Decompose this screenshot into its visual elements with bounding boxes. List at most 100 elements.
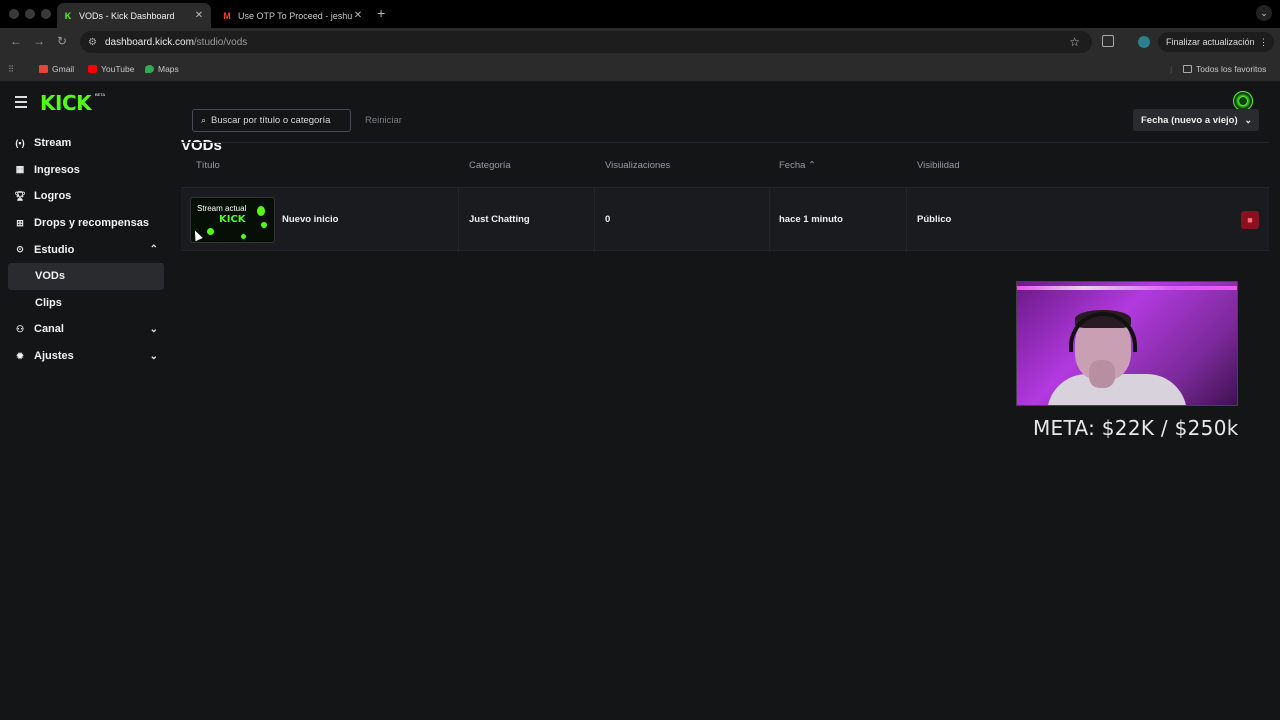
bookmarks-bar: ⠿ Gmail YouTube Maps | Todos los favorit…: [0, 56, 1280, 82]
new-tab-button[interactable]: +: [377, 5, 385, 21]
chevron-up-icon[interactable]: ⌃: [150, 244, 158, 255]
sidebar-item-estudio[interactable]: ⊙ Estudio ⌃: [8, 236, 164, 263]
tab-search-chevron-icon[interactable]: ⌄: [1256, 5, 1272, 21]
webcam-person-shirt: [1047, 374, 1187, 405]
bookmark-gmail[interactable]: Gmail: [39, 64, 74, 74]
window-minimize-dot[interactable]: [25, 9, 35, 19]
browser-tabbar: K VODs - Kick Dashboard ✕ M Use OTP To P…: [0, 0, 1280, 28]
hamburger-menu-icon[interactable]: [15, 96, 27, 111]
vod-date: hace 1 minuto: [779, 214, 843, 225]
column-divider: [769, 188, 770, 252]
column-header-title[interactable]: Título: [196, 160, 220, 171]
sidebar-item-vods[interactable]: VODs: [8, 262, 164, 290]
chart-icon: ▦: [15, 164, 25, 175]
bookmark-youtube[interactable]: YouTube: [88, 64, 134, 74]
sidebar-item-label: Logros: [34, 190, 72, 203]
forward-arrow-icon[interactable]: →: [33, 34, 45, 48]
sidebar-item-logros[interactable]: 🏆︎ Logros: [8, 183, 164, 210]
sidebar-item-label: Stream: [34, 137, 72, 150]
table-row[interactable]: Stream actual KICK Nuevo inicio Just Cha…: [181, 187, 1269, 252]
bookmark-maps[interactable]: Maps: [145, 64, 179, 74]
apps-grid-icon[interactable]: ⠿: [8, 64, 14, 75]
tab-close-icon[interactable]: ✕: [193, 10, 205, 21]
thumbnail-decoration: [207, 228, 214, 235]
chevron-down-icon[interactable]: ⌄: [150, 324, 158, 335]
vod-category: Just Chatting: [469, 214, 530, 225]
gear-icon: ✹: [16, 350, 24, 361]
beta-badge: BETA: [95, 92, 106, 97]
delete-vod-button[interactable]: ■: [1241, 211, 1259, 229]
finish-update-button[interactable]: Finalizar actualización ⋮: [1158, 32, 1274, 52]
sidebar-item-label: Ajustes: [34, 350, 74, 363]
search-input[interactable]: ⌕ Buscar por título o categoría: [192, 109, 351, 132]
tab-close-icon[interactable]: ✕: [352, 10, 364, 21]
column-divider: [594, 188, 595, 252]
kick-favicon-icon: K: [64, 10, 72, 21]
thumbnail-decoration: [261, 222, 267, 228]
browser-toolbar: ← → ↻ ⚙ dashboard.kick.com/studio/vods ☆…: [0, 28, 1280, 56]
sort-label: Fecha (nuevo a viejo): [1141, 114, 1238, 126]
site-info-icon[interactable]: ⚙: [88, 37, 97, 48]
reset-button[interactable]: Reiniciar: [365, 115, 402, 126]
extensions-icon[interactable]: [1102, 35, 1114, 47]
tab-vods-dashboard[interactable]: K VODs - Kick Dashboard ✕: [57, 3, 211, 28]
kick-logo[interactable]: KICK: [40, 91, 92, 115]
sort-asc-icon: ⌃: [808, 160, 817, 171]
donation-goal-text: META: $22K / $250k: [1033, 416, 1239, 440]
column-header-date[interactable]: Fecha ⌃: [779, 160, 816, 171]
sidebar-item-canal[interactable]: ⚇ Canal ⌄: [8, 316, 164, 343]
sort-dropdown[interactable]: Fecha (nuevo a viejo) ⌄: [1133, 109, 1259, 131]
column-header-views[interactable]: Visualizaciones: [605, 160, 670, 171]
address-bar[interactable]: ⚙ dashboard.kick.com/studio/vods ☆: [80, 31, 1092, 53]
webcam-overlay: [1016, 281, 1238, 406]
back-arrow-icon[interactable]: ←: [10, 34, 22, 48]
vod-views: 0: [605, 214, 611, 225]
window-close-dot[interactable]: [9, 9, 19, 19]
search-icon: ⌕: [201, 115, 207, 125]
column-header-visibility[interactable]: Visibilidad: [917, 160, 960, 171]
bookmarks-divider: |: [1170, 64, 1173, 74]
chevron-down-icon: ⌄: [1244, 114, 1252, 125]
sidebar-item-ingresos[interactable]: ▦ Ingresos: [8, 157, 164, 184]
sidebar-item-label: Ingresos: [34, 163, 80, 176]
column-header-category[interactable]: Categoría: [469, 160, 511, 171]
tab-title: Use OTP To Proceed - jeshua: [238, 10, 352, 21]
all-bookmarks-label: Todos los favoritos: [1196, 64, 1267, 74]
bookmark-label: YouTube: [101, 64, 135, 74]
bookmark-star-icon[interactable]: ☆: [1069, 35, 1080, 49]
chevron-down-icon[interactable]: ⌄: [150, 351, 158, 362]
youtube-icon: [88, 65, 97, 73]
led-strip: [1017, 286, 1237, 290]
reload-icon[interactable]: ↻: [57, 34, 67, 48]
sidebar-item-drops[interactable]: ⊞ Drops y recompensas: [8, 210, 164, 237]
webcam-person-hand: [1089, 360, 1115, 388]
finish-update-label: Finalizar actualización: [1166, 37, 1255, 47]
folder-icon: [1183, 65, 1192, 73]
column-divider: [906, 188, 907, 252]
vod-thumbnail[interactable]: Stream actual KICK: [190, 197, 275, 243]
browser-menu-icon[interactable]: ⋮: [1259, 37, 1268, 48]
column-header-date-label: Fecha: [779, 160, 806, 171]
window-maximize-dot[interactable]: [41, 9, 51, 19]
sidebar-item-clips[interactable]: Clips: [8, 290, 164, 317]
thumbnail-label: Stream actual: [197, 204, 247, 213]
sidebar: (•) Stream ▦ Ingresos 🏆︎ Logros ⊞ Drops …: [8, 130, 164, 369]
tab-otp-email[interactable]: M Use OTP To Proceed - jeshua ✕: [216, 3, 370, 28]
profile-avatar[interactable]: [1138, 36, 1150, 48]
vods-table-header: Título Categoría Visualizaciones Fecha ⌃…: [181, 144, 1269, 186]
vod-title[interactable]: Nuevo inicio: [282, 214, 338, 225]
vod-visibility[interactable]: Público: [917, 214, 951, 225]
bookmark-label: Maps: [158, 64, 179, 74]
trophy-icon: 🏆︎: [14, 190, 26, 201]
vods-filter-bar: ⌕ Buscar por título o categoría Reinicia…: [181, 100, 1269, 143]
thumbnail-decoration: [241, 234, 246, 239]
tab-title: VODs - Kick Dashboard: [79, 10, 175, 21]
bookmark-label: Gmail: [52, 64, 75, 74]
thumbnail-kick-logo: KICK: [219, 214, 246, 225]
sidebar-item-stream[interactable]: (•) Stream: [8, 130, 164, 157]
all-bookmarks[interactable]: Todos los favoritos: [1183, 64, 1266, 74]
sidebar-item-ajustes[interactable]: ✹ Ajustes ⌄: [8, 343, 164, 370]
broadcast-icon: (•): [15, 138, 25, 149]
search-placeholder: Buscar por título o categoría: [211, 115, 331, 126]
gmail-favicon-icon: M: [223, 10, 231, 21]
